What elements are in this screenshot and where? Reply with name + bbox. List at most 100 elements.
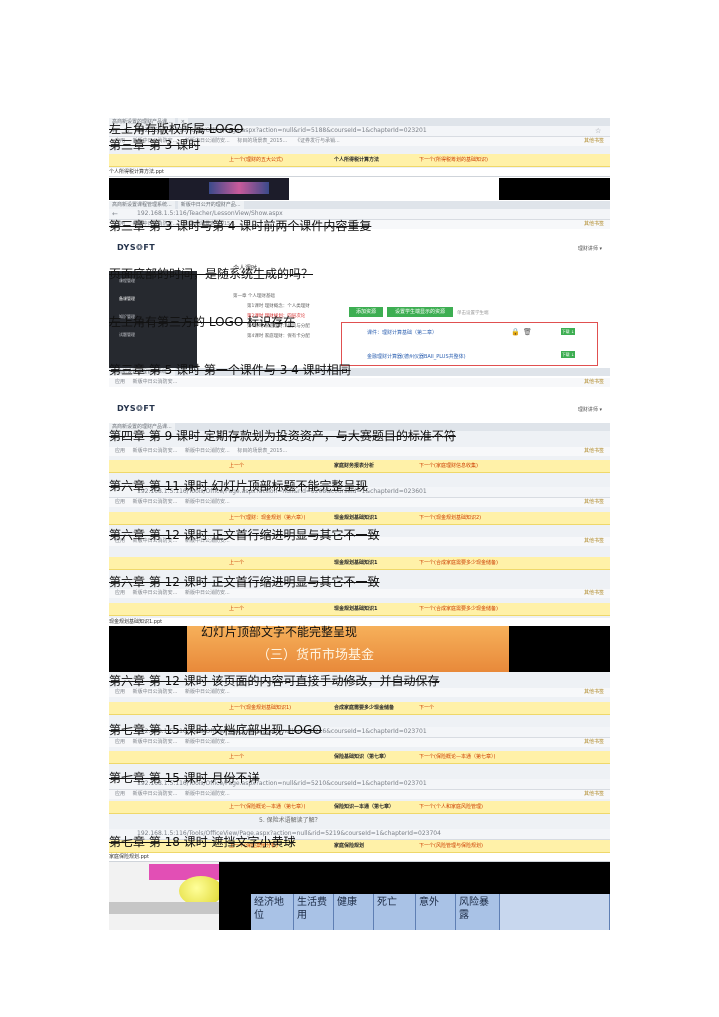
bookmark-item[interactable]: 新版中日公消防安... [185,590,230,596]
issue-caption: 左上角有第三方的 LOGO 标识存在 [109,315,296,329]
prev-link[interactable]: 上一个 [229,557,244,569]
star-icon[interactable]: ☆ [595,126,601,136]
prev-link[interactable]: 上一个(理财：现金规划（第六章）) [229,512,305,524]
bookmark-item[interactable]: 《证券发行与承销... [295,138,340,144]
account-menu[interactable]: 理财讲师 ▾ [578,245,602,252]
bookmark-item[interactable]: 新版中日公消防安... [133,791,178,797]
bookmark-item[interactable]: 新版中日公消防安... [185,448,230,454]
nav-current-title: 现金规划基础知识1 [334,606,378,612]
bookmark-folder[interactable]: 其他书签 [584,220,604,229]
prev-link[interactable]: 上一个 [229,603,244,615]
bookmark-item[interactable]: 新版中日公消防安... [133,499,178,505]
slide-fragment [169,178,289,200]
bookmark-item[interactable]: 新版中日公消防安... [133,739,178,745]
bookmark-folder[interactable]: 其他书签 [584,498,604,507]
account-menu[interactable]: 理财讲师 ▾ [578,406,602,413]
lesson-item[interactable]: 第4课时 家庭理财：保有卡分配 [247,333,310,339]
bookmark-item[interactable]: 新版中日公消防安... [185,689,230,695]
bookmark-item[interactable]: 新版中日公消防安... [133,379,178,385]
set-student-resource-button[interactable]: 设置学生端显示的资源 [387,307,453,317]
slide-title: （三）货币市场基金 [257,648,375,663]
bookmark-item[interactable]: 新版中日公消防安... [133,689,178,695]
nav-current-title: 合成家庭需要多少现金储备 [334,705,395,711]
issue-caption: 幻灯片顶部文字不能完整呈现 [201,625,358,639]
bookmark-item[interactable]: 标目的场景表_2015... [237,448,287,454]
next-link[interactable]: 下一个(合成家庭需要多少现金储备) [419,603,498,615]
redaction-block [219,862,610,894]
next-link[interactable]: 下一个(保险概论—本通（第七章）) [419,751,495,763]
trash-icon[interactable]: 🗑 [523,328,532,336]
nav-bar: 上一个(现金规划基础知识1) 合成家庭需要多少现金储备 下一个 [109,702,610,715]
next-link[interactable]: 下一个(风险管理与保险规划) [419,840,483,852]
issue-caption: 左上角有版权所属 LOGO [109,122,244,136]
next-link[interactable]: 下一个(家庭理财信息收集) [419,460,478,472]
prev-link[interactable]: 上一个 [229,460,244,472]
nav-current-title: 现金规划基础知识1 [334,515,378,521]
lesson-item[interactable]: 第1课时 理财概念：个人类理财 [247,303,310,309]
sidebar-item[interactable]: 试题管理 [119,332,135,338]
next-link[interactable]: 下一个(个人和家庭风险管理) [419,801,483,813]
file-bar: 个人所得税计算方法.ppt [109,168,610,177]
bookmarks-bar: 应用 新版中日公消防安... 其他书签 [109,378,610,387]
download-button[interactable]: 下载 ↓ [561,351,575,358]
document-page: 高商新设置的理财产品课... × ← ↻ 192.168.1.5:116/Tool… [109,118,610,930]
bookmark-item[interactable]: 应用 [115,448,125,454]
next-link[interactable]: 下一个(现金规划基础知识2) [419,512,481,524]
file-name: 个人所得税计算方法.ppt [109,169,164,175]
bookmark-folder[interactable]: 其他书签 [584,137,604,146]
lesson-item[interactable]: 第一章 个人理财基础 [233,293,275,299]
download-button[interactable]: 下载 ↓ [561,328,575,335]
bookmark-item[interactable]: 应用 [115,499,125,505]
bookmark-folder[interactable]: 其他书签 [584,537,604,546]
bookmark-folder[interactable]: 其他书签 [584,447,604,456]
nav-current-title: 家庭财务报表分析 [334,463,375,469]
slide-banner [209,182,269,194]
sidebar-item[interactable]: 备课管理 [119,296,135,302]
issue-caption: 第三章 第 3 课时与第 4 课时前两个课件内容重复 [109,219,372,233]
file-name: 家庭保险规划.ppt [109,854,149,860]
next-link[interactable]: 下一个 [419,702,434,714]
bookmark-item[interactable]: 应用 [115,689,125,695]
file-name: 现金规划基础知识1.ppt [109,619,163,625]
bookmark-item[interactable]: 应用 [115,379,125,385]
bookmark-item[interactable]: 新版中日公消防安... [185,739,230,745]
issue-caption: 第六章 第 12 课时 该页面的内容可直接手动修改，并自动保存 [109,674,440,688]
bookmark-item[interactable]: 应用 [115,590,125,596]
add-resource-button[interactable]: 添加资源 [349,307,383,317]
prev-link[interactable]: 上一个(保险概论—本通（第七章）) [229,801,305,813]
nav-current-title: 现金规划基础知识1 [334,560,378,566]
bookmark-item[interactable]: 新版中日公消防安... [133,590,178,596]
bookmark-item[interactable]: 应用 [115,739,125,745]
nav-bar: 上一个(理财的五大公式) 个人所得税计算方法 下一个(所得税筹划的基础知识) [109,154,610,167]
bookmark-item[interactable]: 应用 [115,791,125,797]
site-logo: DYS❂FT [117,404,156,413]
bookmark-item[interactable]: 新版中日公消防安... [133,448,178,454]
bookmark-folder[interactable]: 其他书签 [584,738,604,747]
bookmark-item[interactable]: 标目的场景表_2015... [237,138,287,144]
bookmark-item[interactable]: 新版中日公消防安... [185,499,230,505]
table-cell-empty [500,894,610,930]
bookmarks-bar: 应用 新版中日公消防安... 新版中日公消防安... 标目的场景表_2015..… [109,447,610,456]
site-logo: DYS❂FT [117,243,156,252]
bookmark-folder[interactable]: 其他书签 [584,790,604,799]
redaction-block [109,178,169,200]
browser-tabs: 高商新设置课程管理系统... 新版中日公开的理财产品... [109,201,610,209]
bookmark-folder[interactable]: 其他书签 [584,688,604,697]
bookmark-folder[interactable]: 其他书签 [584,589,604,598]
resource-item[interactable]: 金融理财计算器(德州仪器BAII_PLUS共整体) [367,353,466,360]
bookmark-folder[interactable]: 其他书签 [584,378,604,387]
prev-link[interactable]: 上一个(现金规划基础知识1) [229,702,291,714]
resource-item[interactable]: 课件：理财计算基础（第二章） [367,329,437,336]
bookmarks-bar: 应用 新版中日公消防安... 新版中日公消防安... 其他书签 [109,790,610,799]
next-link[interactable]: 下一个(所得税筹划的基础知识) [419,154,488,166]
bookmark-item[interactable]: 新版中日公消防安... [185,791,230,797]
lock-icon[interactable]: 🔒 [511,328,520,336]
issue-caption: 第六章 第 11 课时 幻灯片顶部标题不能完整呈现 [109,479,368,493]
prev-link[interactable]: 上一个(理财的五大公式) [229,154,283,166]
next-link[interactable]: 下一个(合成家庭需要多少现金储备) [419,557,498,569]
prev-link[interactable]: 上一个 [229,751,244,763]
nav-bar: 上一个(保险概论—本通（第七章）) 保险知识—本通（第七章） 下一个(个人和家庭… [109,801,610,814]
table-cell: 死亡 [374,894,416,930]
nav-bar: 上一个 家庭财务报表分析 下一个(家庭理财信息收集) [109,460,610,473]
issue-caption: 第七章 第 15 课时 文档底部出现 LOGO [109,723,322,737]
